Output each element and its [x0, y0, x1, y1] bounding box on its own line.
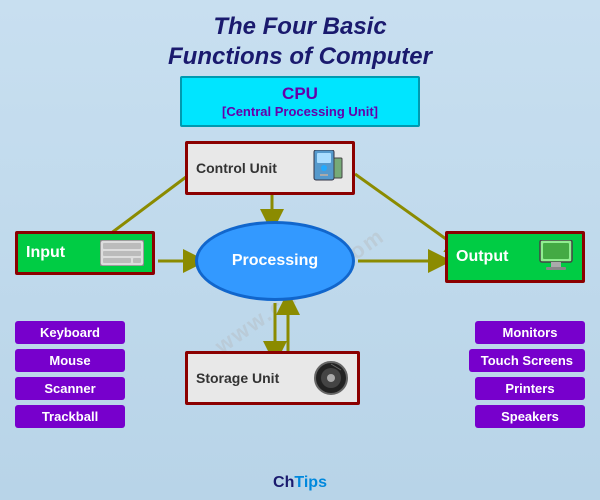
processing-ellipse: Processing [195, 221, 355, 301]
input-list: Keyboard Mouse Scanner Trackball [15, 321, 125, 428]
input-item-trackball: Trackball [15, 405, 125, 428]
control-unit-label: Control Unit [196, 160, 277, 176]
page-title: The Four Basic Functions of Computer [0, 0, 600, 76]
input-item-mouse: Mouse [15, 349, 125, 372]
diagram: www.chtips.com Control Unit [10, 131, 590, 451]
cpu-subtitle: [Central Processing Unit] [192, 104, 408, 119]
title-line2: Functions of Computer [168, 43, 432, 70]
output-list: Monitors Touch Screens Printers Speakers [469, 321, 585, 428]
output-item-touch-screens: Touch Screens [469, 349, 585, 372]
keyboard-icon [100, 240, 144, 266]
storage-unit-label: Storage Unit [196, 370, 279, 386]
cpu-title: CPU [192, 84, 408, 104]
output-item-speakers: Speakers [475, 405, 585, 428]
cpu-box: CPU [Central Processing Unit] [180, 76, 420, 127]
output-box: Output [445, 231, 585, 283]
input-item-keyboard: Keyboard [15, 321, 125, 344]
input-box: Input [15, 231, 155, 275]
control-unit-box: Control Unit [185, 141, 355, 195]
storage-unit-box: Storage Unit [185, 351, 360, 405]
brand-tips: Tips [294, 474, 327, 491]
output-item-printers: Printers [475, 377, 585, 400]
input-label: Input [26, 244, 65, 262]
output-label: Output [456, 248, 508, 266]
processing-label: Processing [232, 252, 318, 270]
brand: ChTips [273, 474, 327, 492]
title-line1: The Four Basic [213, 13, 386, 40]
brand-ch: Ch [273, 474, 294, 491]
monitor-icon [538, 240, 574, 274]
hdd-icon [313, 360, 349, 396]
input-item-scanner: Scanner [15, 377, 125, 400]
output-item-monitors: Monitors [475, 321, 585, 344]
computer-tower-icon [312, 150, 344, 186]
